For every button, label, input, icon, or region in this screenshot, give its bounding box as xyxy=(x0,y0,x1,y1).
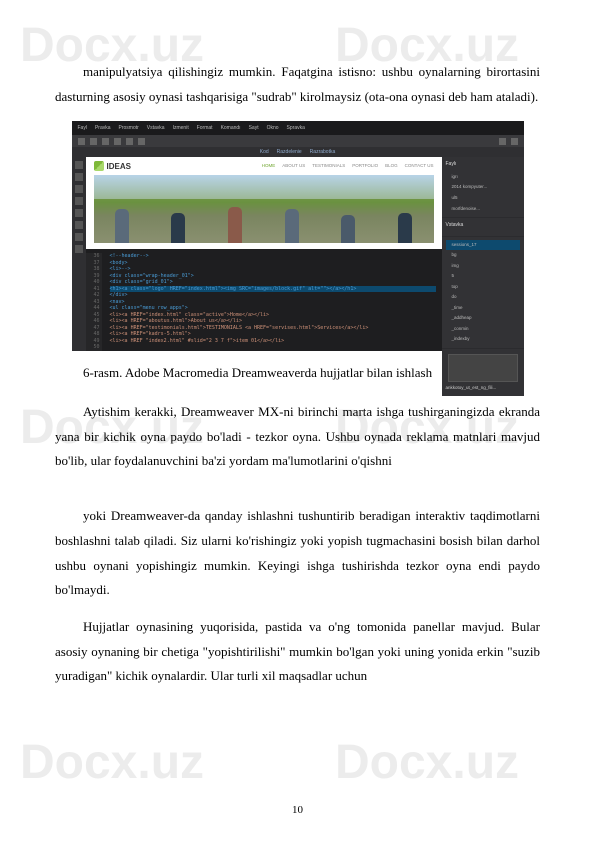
watermark: Docx.uz xyxy=(335,735,519,790)
nav-home: HOME xyxy=(262,162,276,171)
thumbnail xyxy=(448,354,518,382)
tree-item: top xyxy=(446,282,520,293)
panel-title: Vstavka xyxy=(446,221,520,231)
page-content: manipulyatsiya qilishingiz mumkin. Faqat… xyxy=(0,0,595,741)
tree-item: sessions_17 xyxy=(446,240,520,251)
person-silhouette xyxy=(341,215,355,243)
rail-icon xyxy=(75,209,83,217)
tab-code: Kod xyxy=(256,148,273,158)
person-silhouette xyxy=(171,213,185,243)
preview-thumb-panel: ankkotoy_ut_est_ng_fili... xyxy=(442,349,524,396)
rail-icon xyxy=(75,197,83,205)
nav-blog: BLOG xyxy=(385,162,398,171)
tree-item: _conmin xyxy=(446,324,520,335)
file-item: 2014 kompyuter... xyxy=(446,182,520,193)
tool-icon xyxy=(126,138,133,145)
tree-item: _addheap xyxy=(446,313,520,324)
nav-contact: CONTACT US xyxy=(405,162,434,171)
line-gutter: 36 37 38 39 40 41 42 43 44 45 46 47 48 4… xyxy=(86,253,102,351)
tool-icon xyxy=(138,138,145,145)
insert-panel: Vstavka xyxy=(442,218,524,236)
design-preview: IDEAS HOME ABOUT US TESTIMONIALS PORTFOL… xyxy=(86,157,442,249)
hero-image xyxy=(94,175,434,243)
toolbar xyxy=(72,135,524,147)
menu-item: Okno xyxy=(267,124,279,134)
dreamweaver-screenshot: Fayl Pravka Prosmotr Vstavka Izmenit For… xyxy=(72,121,524,351)
logo-text: IDEAS xyxy=(107,159,131,174)
dom-tree-panel: sessions_17 bg img 5 top do _time _addhe… xyxy=(442,237,524,348)
tab-split: Razdelenie xyxy=(273,148,306,158)
code-line: <li><a HREF "index2.html" #slid="2 3 7 f… xyxy=(110,338,436,345)
tree-item: 5 xyxy=(446,271,520,282)
tree-item: _indexby xyxy=(446,334,520,345)
file-item: ul5 xyxy=(446,193,520,204)
rail-icon xyxy=(75,173,83,181)
tool-icon xyxy=(78,138,85,145)
nav-portfolio: PORTFOLIO xyxy=(352,162,378,171)
watermark: Docx.uz xyxy=(20,735,204,790)
paragraph-4: Hujjatlar oynasining yuqorisida, pastida… xyxy=(55,615,540,689)
page-number: 10 xyxy=(0,804,595,816)
menu-item: Pravka xyxy=(95,124,111,134)
menu-item: Prosmotr xyxy=(119,124,139,134)
menu-item: Fayl xyxy=(78,124,87,134)
tool-icon xyxy=(511,138,518,145)
tree-item: do xyxy=(446,292,520,303)
rail-icon xyxy=(75,161,83,169)
nav-about: ABOUT US xyxy=(282,162,305,171)
menu-item: Sayt xyxy=(249,124,259,134)
person-silhouette xyxy=(285,209,299,243)
person-silhouette xyxy=(115,209,129,243)
code-editor: 36 37 38 39 40 41 42 43 44 45 46 47 48 4… xyxy=(86,249,442,351)
tree-item: img xyxy=(446,261,520,272)
menu-item: Vstavka xyxy=(147,124,165,134)
paragraph-2: Aytishim kerakki, Dreamweaver MX-ni biri… xyxy=(55,400,540,474)
panel-title: Faylı xyxy=(446,160,520,170)
code-line-highlighted: <h1><a class="logo" HREF="index.html"><i… xyxy=(110,286,436,293)
tool-icon xyxy=(499,138,506,145)
rail-icon xyxy=(75,245,83,253)
rail-icon xyxy=(75,221,83,229)
rail-icon xyxy=(75,185,83,193)
rail-icon xyxy=(75,233,83,241)
right-panels: Faylı igrı 2014 kompyuter... ul5 morfden… xyxy=(442,157,524,351)
site-nav: HOME ABOUT US TESTIMONIALS PORTFOLIO BLO… xyxy=(262,162,434,171)
files-panel: Faylı igrı 2014 kompyuter... ul5 morfden… xyxy=(442,157,524,217)
site-logo: IDEAS xyxy=(94,159,131,174)
person-silhouette xyxy=(398,213,412,243)
view-tabs: Kod Razdelenie Razrabotka xyxy=(72,147,524,157)
tree-item: _time xyxy=(446,303,520,314)
tool-icon xyxy=(102,138,109,145)
tool-icon xyxy=(90,138,97,145)
menu-item: Format xyxy=(197,124,213,134)
tool-icon xyxy=(114,138,121,145)
left-rail xyxy=(72,157,86,351)
nav-testimonials: TESTIMONIALS xyxy=(312,162,345,171)
menu-item: Komandı xyxy=(221,124,241,134)
menu-item: Spravka xyxy=(287,124,305,134)
paragraph-3: yoki Dreamweaver-da qanday ishlashni tus… xyxy=(55,504,540,603)
paragraph-1: manipulyatsiya qilishingiz mumkin. Faqat… xyxy=(55,60,540,109)
thumb-label: ankkotoy_ut_est_ng_fili... xyxy=(446,384,520,393)
logo-mark-icon xyxy=(94,161,104,171)
menubar: Fayl Pravka Prosmotr Vstavka Izmenit For… xyxy=(72,121,524,135)
tab-design: Razrabotka xyxy=(306,148,340,158)
person-silhouette xyxy=(228,207,242,243)
tree-item: bg xyxy=(446,250,520,261)
menu-item: Izmenit xyxy=(173,124,189,134)
file-item: igrı xyxy=(446,172,520,183)
file-item: morfdenoise... xyxy=(446,204,520,215)
